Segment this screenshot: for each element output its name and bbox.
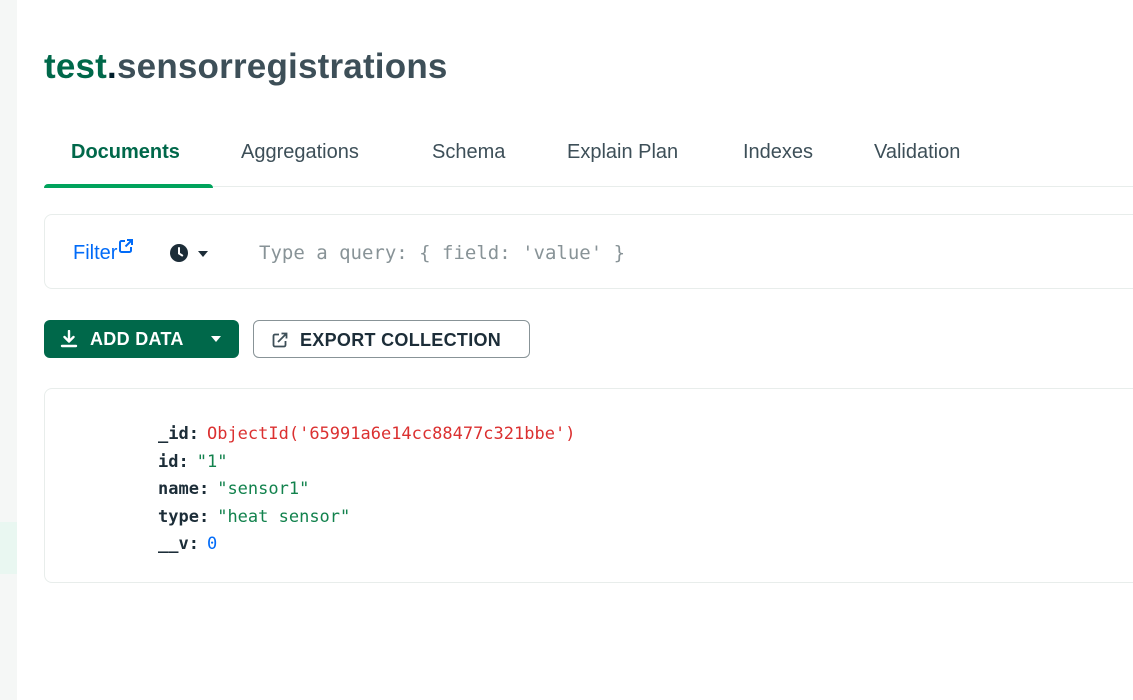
field-value: "1" — [196, 451, 228, 472]
filter-link[interactable]: Filter — [73, 239, 134, 265]
field-key: name — [158, 479, 199, 499]
document-fields: _id: ObjectId('65991a6e14cc88477c321bbe')… — [158, 421, 575, 559]
field-value: "heat sensor" — [217, 506, 351, 527]
add-data-label: ADD DATA — [90, 329, 184, 349]
tab-explain-plan[interactable]: Explain Plan — [567, 140, 678, 164]
sidebar-selected-indicator — [0, 522, 17, 574]
document-field: type: "heat sensor" — [158, 506, 351, 527]
field-key: __v — [158, 534, 189, 554]
export-icon — [272, 332, 288, 348]
document-field: name: "sensor1" — [158, 479, 310, 499]
field-key: _id — [158, 424, 189, 444]
tab-indexes[interactable]: Indexes — [743, 140, 813, 164]
query-history-button[interactable] — [167, 241, 215, 265]
database-name: test — [44, 47, 108, 86]
document-field: id: "1" — [158, 451, 228, 472]
field-value: "sensor1" — [217, 479, 310, 499]
filter-bar: Filter — [44, 214, 1133, 289]
document-field: __v: 0 — [158, 534, 218, 554]
document-field: _id: ObjectId('65991a6e14cc88477c321bbe') — [158, 424, 576, 444]
collection-tabs: Documents Aggregations Schema Explain Pl… — [44, 130, 1133, 188]
caret-down-icon — [211, 336, 221, 342]
field-key: id — [158, 451, 179, 472]
tab-documents[interactable]: Documents — [71, 140, 180, 164]
active-tab-underline — [44, 184, 213, 188]
document-card[interactable]: _id: ObjectId('65991a6e14cc88477c321bbe')… — [44, 388, 1133, 583]
namespace-title: test.sensorregistrations — [44, 47, 448, 86]
tab-aggregations[interactable]: Aggregations — [241, 140, 359, 164]
collection-name: sensorregistrations — [116, 47, 448, 86]
field-value: 0 — [206, 534, 218, 554]
clock-icon — [170, 244, 188, 262]
field-key: type — [158, 506, 199, 527]
tab-schema[interactable]: Schema — [432, 140, 505, 164]
tab-validation[interactable]: Validation — [874, 140, 960, 164]
filter-label: Filter — [73, 242, 118, 264]
query-input[interactable] — [259, 237, 1079, 269]
external-link-icon — [119, 239, 134, 253]
field-value: ObjectId('65991a6e14cc88477c321bbe') — [206, 424, 576, 444]
download-icon — [60, 330, 78, 348]
export-collection-button[interactable]: EXPORT COLLECTION — [253, 320, 530, 358]
caret-down-icon — [198, 251, 208, 257]
collection-view: test.sensorregistrations Documents Aggre… — [44, 0, 1133, 700]
add-data-button[interactable]: ADD DATA — [44, 320, 239, 358]
export-collection-label: EXPORT COLLECTION — [300, 330, 502, 350]
left-sidebar-rail — [0, 0, 17, 700]
